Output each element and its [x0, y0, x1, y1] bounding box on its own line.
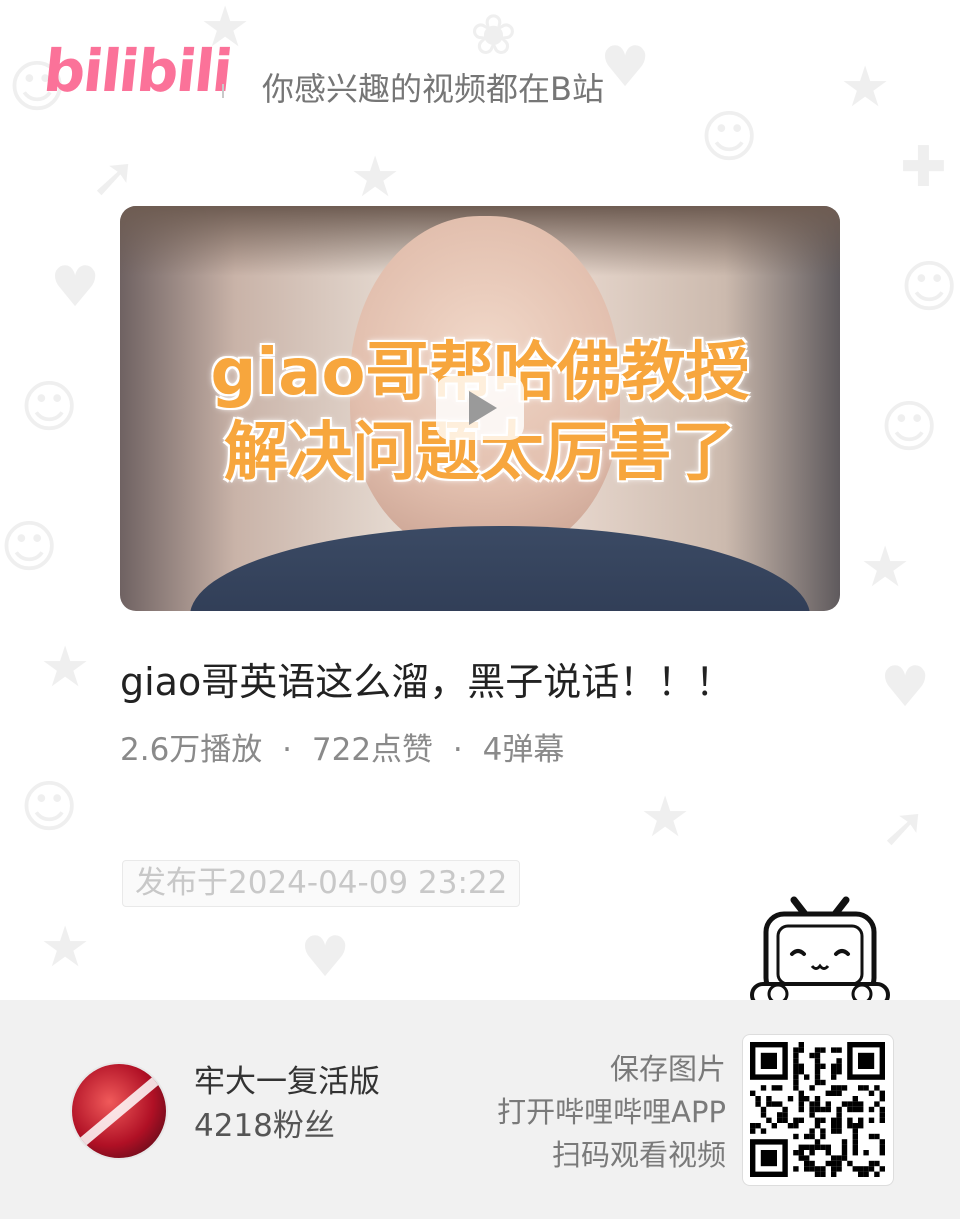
header: bilibili 你感兴趣的视频都在B站	[0, 0, 960, 180]
like-count: 722点赞	[311, 732, 434, 768]
footer: 牢大一复活版 4218粉丝 保存图片 打开哔哩哔哩APP 扫码观看视频	[0, 1000, 960, 1219]
qr-instructions: 保存图片 打开哔哩哔哩APP 扫码观看视频	[497, 1048, 726, 1177]
header-divider	[222, 84, 224, 98]
cta-line-open-app: 打开哔哩哔哩APP	[497, 1095, 726, 1129]
video-stats: 2.6万播放 · 722点赞 · 4弹幕	[120, 732, 564, 769]
publish-date: 发布于2024-04-09 23:22	[122, 860, 521, 908]
thumbnail-person-body	[190, 526, 810, 611]
follower-count: 4218粉丝	[194, 1108, 335, 1144]
uploader-name[interactable]: 牢大一复活版	[194, 1064, 380, 1101]
uploader-avatar[interactable]	[70, 1062, 168, 1160]
stats-separator: ·	[452, 732, 463, 768]
qr-code-icon	[750, 1042, 885, 1177]
qr-code[interactable]	[742, 1034, 894, 1186]
cta-line-save: 保存图片	[609, 1052, 726, 1086]
play-count: 2.6万播放	[120, 732, 263, 768]
header-slogan: 你感兴趣的视频都在B站	[262, 70, 604, 108]
danmaku-count: 4弹幕	[482, 732, 565, 768]
video-thumbnail[interactable]: giao哥帮哈佛教授 解决问题太厉害了	[120, 206, 840, 611]
video-title[interactable]: giao哥英语这么溜，黑子说话！！！	[120, 660, 860, 706]
bilibili-tv-mascot-icon	[750, 896, 890, 1008]
avatar-decoration	[72, 1066, 166, 1152]
play-button[interactable]	[436, 376, 524, 440]
cta-line-scan: 扫码观看视频	[551, 1138, 726, 1172]
stats-separator: ·	[282, 732, 293, 768]
play-icon	[469, 391, 497, 425]
bilibili-logo[interactable]: bilibili	[40, 37, 233, 105]
